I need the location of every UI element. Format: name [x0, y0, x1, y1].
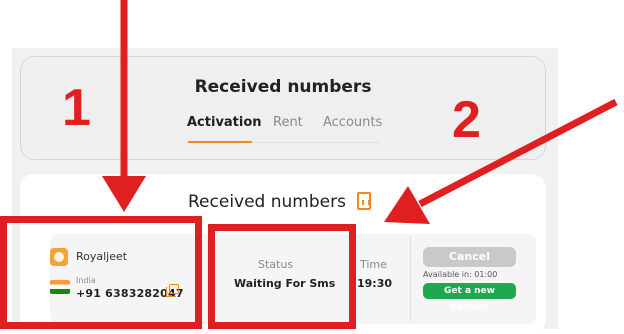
- annotation-arrows: [102, 0, 618, 224]
- annotation-arrow-2: [384, 98, 618, 224]
- annotation-arrow-1: [102, 0, 146, 212]
